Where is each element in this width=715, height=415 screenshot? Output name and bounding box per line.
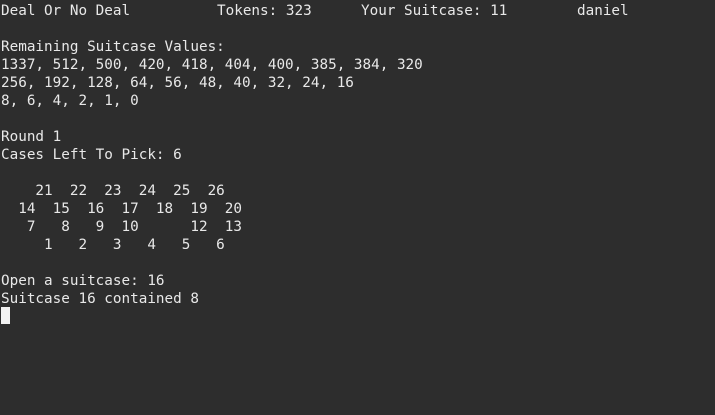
suitcase-grid-row: 1 2 3 4 5 6 bbox=[1, 237, 225, 253]
remaining-values-row: 8, 6, 4, 2, 1, 0 bbox=[1, 93, 139, 109]
remaining-values-row: 256, 192, 128, 64, 56, 48, 40, 32, 24, 1… bbox=[1, 75, 354, 91]
header-title: Deal Or No Deal bbox=[1, 3, 131, 19]
suitcase-grid-row: 21 22 23 24 25 26 bbox=[1, 183, 225, 199]
tokens-readout: Tokens: 323 bbox=[217, 3, 312, 19]
terminal-cursor[interactable] bbox=[1, 307, 10, 324]
terminal-window[interactable]: Deal Or No Deal Tokens: 323 Your Suitcas… bbox=[0, 0, 715, 415]
player-name: daniel bbox=[577, 3, 629, 19]
suitcase-grid-row: 7 8 9 10 12 13 bbox=[1, 219, 243, 235]
remaining-values-label: Remaining Suitcase Values: bbox=[1, 39, 225, 55]
remaining-values-row: 1337, 512, 500, 420, 418, 404, 400, 385,… bbox=[1, 57, 423, 73]
suitcase-grid-row: 14 15 16 17 18 19 20 bbox=[1, 201, 243, 217]
open-suitcase-prompt: Open a suitcase: 16 bbox=[1, 273, 165, 289]
your-suitcase-readout: Your Suitcase: 11 bbox=[361, 3, 508, 19]
suitcase-result: Suitcase 16 contained 8 bbox=[1, 291, 199, 307]
cases-left-label: Cases Left To Pick: 6 bbox=[1, 147, 182, 163]
round-label: Round 1 bbox=[1, 129, 62, 145]
